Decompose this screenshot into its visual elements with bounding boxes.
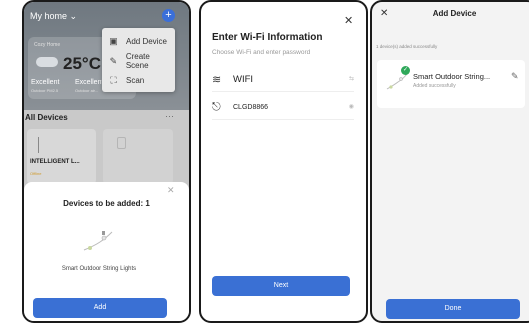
added-device-status: Added successfully [413,83,456,89]
wifi-icon: ≋ [212,74,222,86]
light-icon [38,137,39,153]
scan-icon: ⛶ [110,74,117,85]
menu-item-label: Create Scene [125,52,150,70]
string-lights-icon [83,231,113,251]
add-device-result-panel: ✕ Add Device 1 device(s) added successfu… [370,0,529,323]
eye-icon[interactable]: ◉ [349,103,354,110]
cloud-icon [36,57,58,67]
wifi-name-value: WIFI [233,74,254,85]
menu-item-scan[interactable]: ⛶ Scan [108,73,174,87]
password-value: CLGD8866 [233,104,269,111]
switch-network-icon[interactable]: ⇆ [349,75,354,82]
sheet-title: Devices to be added: 1 [63,199,150,208]
close-icon[interactable]: ✕ [167,185,175,196]
outdoor-quality-1: Excellent [31,79,60,86]
lock-icon: ⎋ [212,101,221,113]
outdoor-sub-1: Outdoor PM2.5 [31,88,59,93]
wifi-info-panel: ✕ Enter Wi-Fi Information Choose Wi-Fi a… [199,0,368,323]
divider [212,119,354,120]
wifi-name-field[interactable]: ≋ WIFI ⇆ [212,71,354,89]
page-subtitle: Choose Wi-Fi and enter password [212,49,311,56]
temperature-value: 25°C [63,54,101,73]
page-title: Add Device [432,9,477,18]
device-name: INTELLIGENT L... [30,159,80,165]
weather-label: Cozy Home [34,42,61,48]
outdoor-quality-2: Excellent [75,79,104,86]
home-selector[interactable]: My home ⌄ [30,11,77,22]
home-screen-panel: My home ⌄ + Cozy Home 25°C Excellent Exc… [22,0,191,323]
close-icon[interactable]: ✕ [344,14,353,27]
menu-item-label: Scan [126,75,145,85]
next-button[interactable]: Next [212,276,350,296]
done-button[interactable]: Done [386,299,520,319]
outdoor-sub-2: Outdoor air... [75,88,99,93]
added-device-name: Smart Outdoor String... [413,72,491,81]
device-status: Offline [30,171,42,176]
menu-item-create-scene[interactable]: ✎ Create Scene [108,52,174,70]
edit-icon[interactable]: ✎ [511,71,519,82]
menu-item-label: Add Device [126,36,167,46]
stage: My home ⌄ + Cozy Home 25°C Excellent Exc… [0,0,529,323]
device-card-2[interactable] [103,129,173,184]
added-device-card: ✓ Smart Outdoor String... Added successf… [377,60,525,108]
added-count-text: 1 device(s) added successfully [376,44,438,49]
device-icon [117,137,126,149]
password-field[interactable]: ⎋ CLGD8866 ◉ [212,99,354,117]
add-button[interactable]: Add [33,298,167,318]
page-title: Enter Wi-Fi Information [212,32,323,43]
menu-item-add-device[interactable]: ▣ Add Device [108,34,174,48]
add-plus-icon[interactable]: + [162,9,175,22]
add-device-icon: ▣ [109,35,118,46]
create-scene-icon: ✎ [109,55,118,66]
devices-found-sheet: ✕ Devices to be added: 1 Smart Outdoor S… [24,182,189,321]
found-device-name: Smart Outdoor String Lights [61,266,137,272]
success-check-icon: ✓ [401,66,410,75]
device-card[interactable]: INTELLIGENT L... Offline [27,129,96,184]
more-options-icon[interactable]: ··· [165,111,174,121]
divider [212,91,354,92]
section-title: All Devices [25,113,68,122]
add-menu-popup: ▣ Add Device ✎ Create Scene ⛶ Scan [102,28,175,92]
